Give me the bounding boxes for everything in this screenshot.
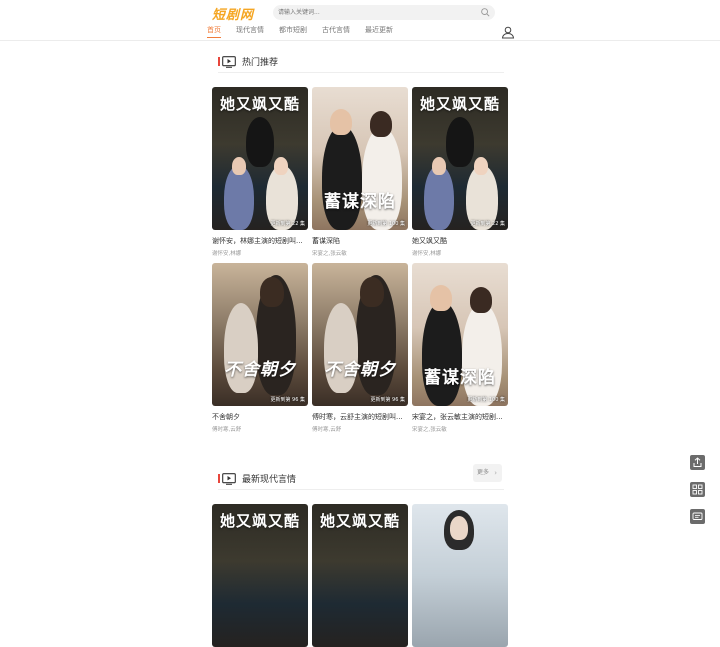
section-title: 热门推荐 xyxy=(242,58,279,68)
section-accent-bar xyxy=(218,57,220,66)
chat-icon xyxy=(692,512,703,520)
card-title[interactable]: 不舍朝夕 xyxy=(212,412,308,422)
card-actors: 谢怀安,林娜 xyxy=(212,251,242,257)
nav-ancient-romance[interactable]: 古代言情 xyxy=(322,25,350,39)
tv-icon xyxy=(222,56,236,68)
site-header: 短剧网 首页 现代言情 都市短剧 古代言情 最近更新 xyxy=(0,0,720,41)
drama-card[interactable]: 不舍朝夕 更新到第 96 集 傅时寒，云舒主演的短剧叫... 傅时寒,云舒 xyxy=(312,263,408,433)
card-title[interactable]: 谢怀安，林娜主演的短剧叫... xyxy=(212,236,308,246)
card-title[interactable]: 宋宴之，张云敏主演的短剧... xyxy=(412,412,508,422)
poster-image[interactable] xyxy=(412,504,508,647)
poster-image[interactable]: 她又飒又酷 更新到第 22 集 xyxy=(212,87,308,230)
search-icon[interactable] xyxy=(480,7,491,18)
card-actors: 宋宴之,张云敏 xyxy=(412,427,447,433)
poster-title: 她又飒又酷 xyxy=(319,512,400,530)
card-actors: 傅时寒,云舒 xyxy=(212,427,242,433)
tv-icon xyxy=(222,473,236,485)
more-label: 更多 xyxy=(477,469,490,476)
card-actors: 傅时寒,云舒 xyxy=(312,427,342,433)
poster-image[interactable]: 她又飒又酷 xyxy=(212,504,308,647)
section-accent-bar xyxy=(218,474,220,483)
poster-image[interactable]: 她又飒又酷 更新到第 22 集 xyxy=(412,87,508,230)
section-title: 最新现代言情 xyxy=(242,475,297,485)
poster-title: 她又飒又酷 xyxy=(419,95,500,113)
episode-badge: 更新到第 100 集 xyxy=(367,221,405,227)
drama-card[interactable]: 蓄谋深陷 更新到第 100 集 蓄谋深陷 宋宴之,张云敏 xyxy=(312,87,408,257)
card-title[interactable]: 蓄谋深陷 xyxy=(312,236,408,246)
nav-modern-romance[interactable]: 现代言情 xyxy=(236,25,264,39)
card-actors: 宋宴之,张云敏 xyxy=(312,251,347,257)
chevron-right-icon: › xyxy=(494,469,497,477)
drama-card[interactable]: 蓄谋深陷 更新到第 100 集 宋宴之，张云敏主演的短剧... 宋宴之,张云敏 xyxy=(412,263,508,433)
episode-badge: 更新到第 22 集 xyxy=(470,221,505,227)
card-title[interactable]: 傅时寒，云舒主演的短剧叫... xyxy=(312,412,408,422)
section-modern-header: 最新现代言情 更多 › xyxy=(218,464,504,490)
episode-badge: 更新到第 22 集 xyxy=(270,221,305,227)
poster-image[interactable]: 她又飒又酷 xyxy=(312,504,408,647)
poster-image[interactable]: 不舍朝夕 更新到第 96 集 xyxy=(212,263,308,406)
category-button[interactable] xyxy=(690,482,705,497)
episode-badge: 更新到第 96 集 xyxy=(370,397,405,403)
share-button[interactable] xyxy=(690,455,705,470)
poster-title: 她又飒又酷 xyxy=(219,95,300,113)
nav-home[interactable]: 首页 xyxy=(207,25,221,39)
poster-title: 蓄谋深陷 xyxy=(324,192,396,212)
drama-card[interactable]: 她又飒又酷 xyxy=(212,504,308,647)
drama-card[interactable]: 她又飒又酷 更新到第 22 集 她又飒又酷 谢怀安,林娜 xyxy=(412,87,508,257)
section-hot-header: 热门推荐 xyxy=(218,53,504,73)
drama-card[interactable]: 不舍朝夕 更新到第 96 集 不舍朝夕 傅时寒,云舒 xyxy=(212,263,308,433)
drama-card[interactable]: 她又飒又酷 xyxy=(312,504,408,647)
more-button[interactable]: 更多 › xyxy=(473,464,502,482)
nav-recent-updates[interactable]: 最近更新 xyxy=(365,25,393,39)
episode-badge: 更新到第 96 集 xyxy=(270,397,305,403)
episode-badge: 更新到第 100 集 xyxy=(467,397,505,403)
grid-icon xyxy=(692,484,703,495)
drama-card[interactable] xyxy=(412,504,508,647)
poster-title: 蓄谋深陷 xyxy=(424,368,496,388)
site-logo[interactable]: 短剧网 xyxy=(212,4,254,23)
poster-image[interactable]: 蓄谋深陷 更新到第 100 集 xyxy=(412,263,508,406)
card-title[interactable]: 她又飒又酷 xyxy=(412,236,508,246)
poster-image[interactable]: 蓄谋深陷 更新到第 100 集 xyxy=(312,87,408,230)
card-actors: 谢怀安,林娜 xyxy=(412,251,442,257)
message-button[interactable] xyxy=(690,509,705,524)
user-icon[interactable] xyxy=(501,25,515,39)
poster-title: 不舍朝夕 xyxy=(324,360,396,380)
poster-title: 不舍朝夕 xyxy=(224,360,296,380)
nav-urban-drama[interactable]: 都市短剧 xyxy=(279,25,307,39)
share-icon xyxy=(693,457,702,467)
search-input[interactable] xyxy=(278,6,468,19)
main-nav: 首页 现代言情 都市短剧 古代言情 最近更新 xyxy=(207,25,408,39)
poster-title: 她又飒又酷 xyxy=(219,512,300,530)
search-box[interactable] xyxy=(273,5,495,20)
poster-image[interactable]: 不舍朝夕 更新到第 96 集 xyxy=(312,263,408,406)
drama-card[interactable]: 她又飒又酷 更新到第 22 集 谢怀安，林娜主演的短剧叫... 谢怀安,林娜 xyxy=(212,87,308,257)
